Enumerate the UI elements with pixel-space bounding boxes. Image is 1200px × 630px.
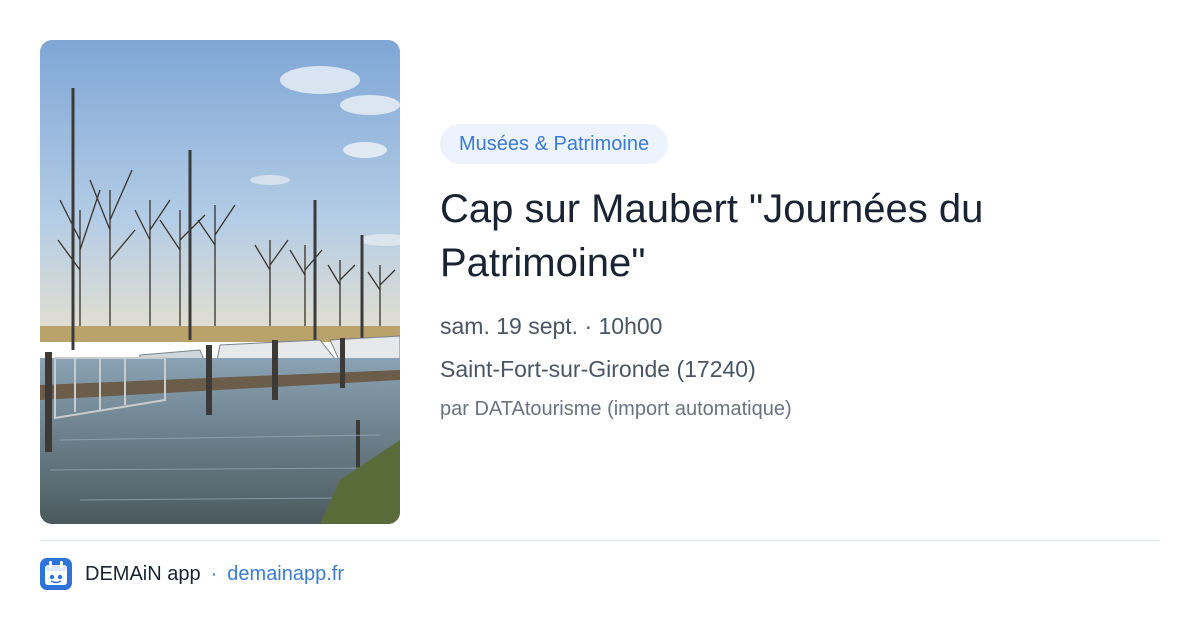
footer-divider	[40, 540, 1160, 541]
event-datetime: sam. 19 sept. · 10h00	[440, 313, 663, 339]
event-info: Musées & Patrimoine Cap sur Maubert "Jou…	[440, 124, 1160, 423]
event-organizer: par DATAtourisme (import automatique)	[440, 398, 792, 420]
event-location: Saint-Fort-sur-Gironde (17240)	[440, 356, 756, 382]
footer-separator: ·	[210, 562, 218, 585]
footer: DEMAiN app · demainapp.fr	[40, 558, 344, 590]
event-photo	[40, 40, 400, 524]
category-badge[interactable]: Musées & Patrimoine	[440, 124, 669, 164]
app-name: DEMAiN app	[85, 562, 201, 585]
demain-app-icon	[40, 558, 72, 590]
event-title[interactable]: Cap sur Maubert "Journées du Patrimoine"	[440, 182, 1160, 290]
app-domain-link[interactable]: demainapp.fr	[227, 563, 344, 586]
